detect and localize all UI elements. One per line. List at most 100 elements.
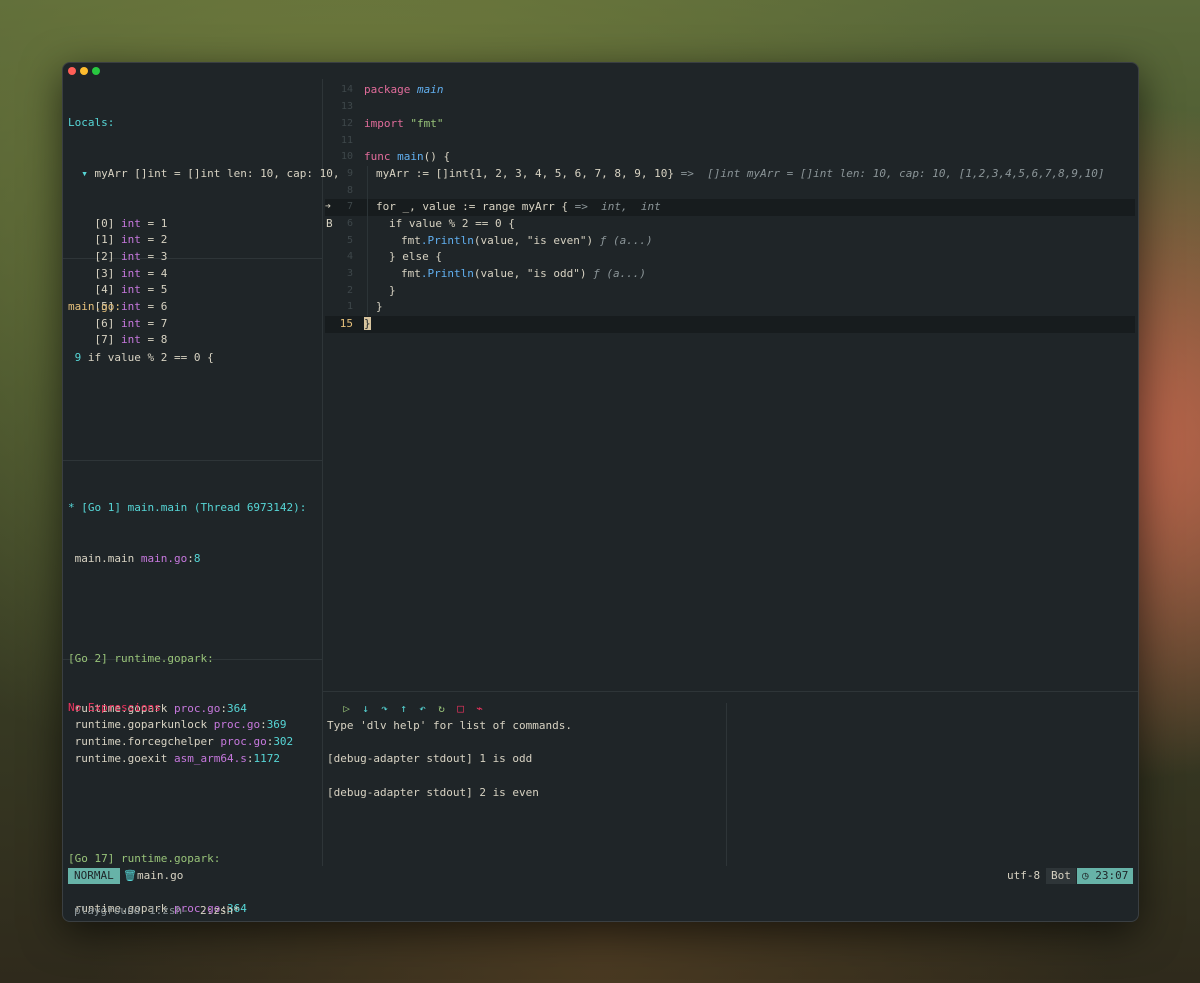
line-number: 14 [340, 84, 353, 95]
status-filename: main.go [137, 869, 184, 882]
file-encoding: utf-8 [1007, 869, 1041, 882]
frame-line: 369 [266, 718, 287, 732]
frame-file: proc.go [213, 718, 261, 732]
tmux-window-2[interactable]: 2:zsh* [200, 901, 240, 921]
line-number: 1 [346, 301, 353, 312]
clock: ◷ 23:07 [1077, 868, 1134, 884]
expand-triangle-icon[interactable]: ▾ [68, 167, 95, 180]
repl-line [327, 735, 572, 752]
code-line[interactable]: fmt.Println(value, "is odd") ƒ (a...) [401, 266, 646, 283]
frame-line: 8 [193, 551, 201, 565]
code-line[interactable]: } [389, 283, 396, 300]
status-line: NORMAL 🗑 main.go utf-8 Bot ◷ 23:07 [63, 866, 1138, 886]
tmux-window-1[interactable]: 1:zsh- [149, 901, 189, 921]
editor-divider [323, 691, 1138, 692]
code-line[interactable]: for _, value := range myArr { => int, in… [376, 199, 661, 216]
code-line[interactable]: package main [364, 82, 443, 99]
inline-value-hint: ƒ (a...) [586, 267, 647, 280]
breakpoint-code: if value % 2 == 0 { [87, 350, 214, 364]
line-number: 15 [339, 317, 353, 330]
clock-time: 23:07 [1095, 869, 1129, 882]
code-line[interactable]: } else { [389, 249, 442, 266]
line-number: 2 [346, 285, 353, 296]
debug-toolbar: ▷ ↓ ↷ ↑ ↶ ↻ □ ⌁ [337, 701, 489, 717]
breakpoints-pane: main.go: 9 if value % 2 == 0 { [68, 266, 214, 400]
frame-file: main.go [140, 551, 188, 565]
repl-line [327, 768, 572, 785]
repl-line: [debug-adapter stdout] 2 is even [327, 785, 539, 799]
step-into-icon[interactable]: ↓ [356, 701, 375, 717]
line-number: 10 [340, 151, 353, 162]
code-line[interactable]: import "fmt" [364, 116, 444, 133]
close-button[interactable] [68, 67, 76, 75]
scroll-position: Bot [1046, 868, 1076, 884]
code-line[interactable]: if value % 2 == 0 { [389, 216, 515, 233]
continue-icon[interactable]: ▷ [337, 701, 356, 717]
stop-icon[interactable]: □ [451, 701, 470, 717]
frame-row[interactable]: runtime.goexit asm_arm64.s:1172 [68, 751, 306, 768]
item-type: int [121, 249, 141, 263]
code-line[interactable]: } [376, 299, 383, 316]
breakpoint-entry[interactable]: 9 if value % 2 == 0 { [68, 350, 214, 367]
frame-line: 364 [226, 701, 247, 715]
minimize-button[interactable] [80, 67, 88, 75]
locals-root-label: myArr []int = []int len: 10, cap: 10, [94, 166, 340, 180]
breakpoints-divider [63, 460, 322, 461]
frame-file: proc.go [173, 701, 221, 715]
title-bar [63, 63, 1138, 79]
locals-item[interactable]: [0] int = 1 [68, 216, 340, 233]
repl-line: Type 'dlv help' for list of commands. [327, 719, 573, 732]
mode-indicator: NORMAL [68, 868, 120, 884]
frame-line: 1172 [253, 751, 280, 765]
cursor-line-highlight [325, 316, 1135, 333]
tmux-session: playground [74, 904, 141, 917]
breakpoint-file: main.go: [68, 300, 121, 314]
inline-value-hint: => []int myArr = []int len: 10, cap: 10,… [674, 167, 1105, 180]
locals-item[interactable]: [1] int = 2 [68, 232, 340, 249]
step-back-icon[interactable]: ↶ [413, 701, 432, 717]
breakpoint-line-number: 9 [74, 350, 82, 364]
frame-row[interactable]: main.main main.go:8 [68, 551, 306, 568]
line-number: 9 [346, 168, 353, 179]
disconnect-icon[interactable]: ⌁ [470, 701, 489, 717]
watches-pane: No Expressions [68, 667, 161, 751]
repl-divider [726, 703, 727, 866]
terminal-window: Locals: ▾ myArr []int = []int len: 10, c… [62, 62, 1139, 922]
item-index: [1] [94, 233, 115, 247]
line-number: 13 [340, 101, 353, 112]
line-number: 8 [346, 185, 353, 196]
line-number: 7 [346, 201, 353, 212]
file-icon: 🗑 [123, 869, 137, 882]
code-line[interactable]: } [364, 316, 371, 333]
thread-g1[interactable]: * [Go 1] main.main (Thread 6973142): [68, 500, 306, 517]
item-type: int [121, 216, 141, 230]
inline-value-hint: => int, int [568, 200, 661, 213]
no-expressions-text: No Expressions [68, 701, 161, 715]
item-type: int [121, 233, 141, 247]
code-line[interactable]: func main() { [364, 149, 450, 166]
thread-g1-header: [Go 1] main.main (Thread 6973142): [81, 501, 307, 515]
repl-pane[interactable]: Type 'dlv help' for list of commands. [de… [327, 718, 572, 801]
step-out-icon[interactable]: ↑ [394, 701, 413, 717]
cursor: } [364, 317, 371, 330]
code-line[interactable]: myArr := []int{1, 2, 3, 4, 5, 6, 7, 8, 9… [376, 166, 1104, 183]
code-line[interactable]: fmt.Println(value, "is even") ƒ (a...) [401, 233, 653, 250]
item-value: = 1 [147, 216, 168, 230]
locals-header: Locals: [68, 116, 115, 130]
line-number: 5 [346, 235, 353, 246]
item-value: = 2 [147, 233, 168, 247]
restart-icon[interactable]: ↻ [432, 701, 451, 717]
line-number: 11 [340, 135, 353, 146]
zoom-button[interactable] [92, 67, 100, 75]
frame-fn: main.main [74, 551, 135, 565]
inline-value-hint: ƒ (a...) [593, 234, 653, 247]
locals-item[interactable]: [2] int = 3 [68, 249, 340, 266]
frame-line: 302 [273, 735, 294, 749]
step-over-icon[interactable]: ↷ [375, 701, 394, 717]
thread-g2-header[interactable]: [Go 2] runtime.gopark: [68, 651, 306, 668]
locals-root[interactable]: ▾ myArr []int = []int len: 10, cap: 10, [68, 166, 340, 183]
tmux-status-bar: playground 1:zsh- 2:zsh* [63, 901, 1138, 921]
line-number: 4 [346, 251, 353, 262]
line-number: 3 [346, 268, 353, 279]
repl-line: [debug-adapter stdout] 1 is odd [327, 752, 533, 766]
